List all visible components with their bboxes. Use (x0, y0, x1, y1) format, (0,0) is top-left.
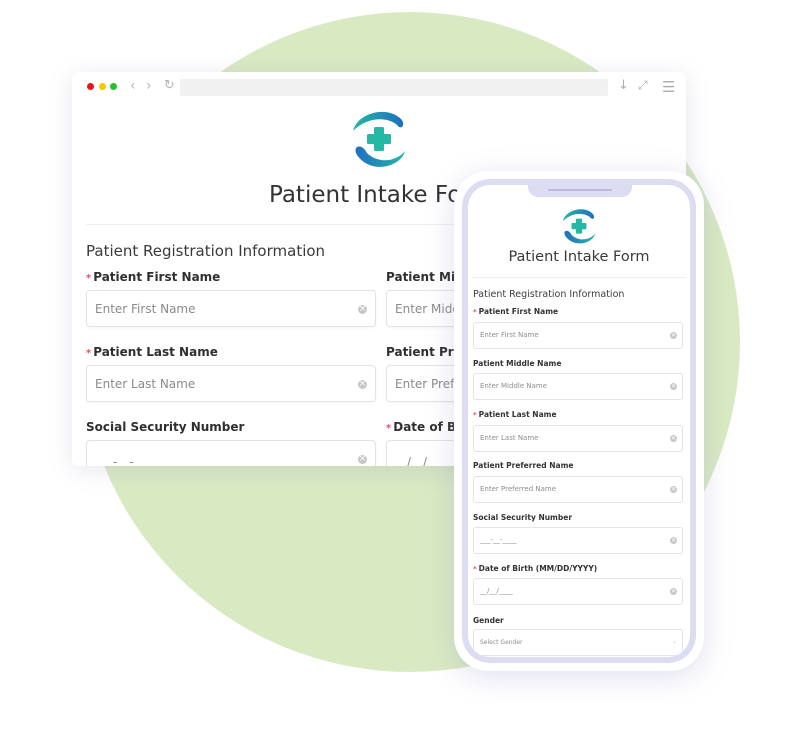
clear-icon[interactable] (670, 330, 677, 341)
expand-icon[interactable]: ⤢ (638, 78, 648, 93)
ssn-input[interactable]: ___-__-____ (86, 440, 376, 466)
required-asterisk: * (86, 273, 92, 284)
label-text: Social Security Number (86, 420, 245, 434)
section-heading: Patient Registration Information (473, 289, 625, 300)
phone-notch (528, 185, 632, 197)
close-window-button[interactable] (87, 83, 94, 90)
ssn-label: Social Security Number (473, 513, 572, 522)
mobile-phone: Patient Intake Form Patient Registration… (454, 171, 704, 671)
gender-label: Gender (473, 616, 504, 625)
label-text: Patient Last Name (478, 410, 557, 419)
last-name-input[interactable]: Enter Last Name (86, 365, 376, 402)
placeholder: __/__/____ (395, 455, 452, 466)
label-text: Date of Birth (MM/DD/YYYY) (478, 564, 598, 573)
preferred-name-input[interactable]: Enter Preferred Name (473, 476, 683, 503)
preferred-name-label: Patient Preferred Name (473, 461, 573, 470)
placeholder: ___-__-____ (480, 536, 517, 544)
form-title: Patient Intake Form (508, 249, 650, 265)
last-name-label: * Patient Last Name (473, 410, 557, 419)
placeholder: Enter Preferred Name (480, 485, 557, 493)
label-text: Patient First Name (478, 307, 559, 316)
dob-input[interactable]: __/__/____ (473, 578, 683, 605)
last-name-label: * Patient Last Name (86, 345, 218, 359)
medical-logo-icon (468, 205, 690, 250)
reload-icon[interactable]: ↻ (164, 78, 175, 94)
required-asterisk: * (473, 565, 477, 573)
clear-icon[interactable] (358, 302, 367, 316)
required-asterisk: * (86, 348, 92, 359)
section-heading: Patient Registration Information (86, 242, 326, 260)
label-text: Patient Last Name (93, 345, 218, 359)
phone-frame: Patient Intake Form Patient Registration… (462, 179, 696, 663)
download-icon[interactable]: ↓ (618, 78, 629, 93)
title-divider (472, 277, 686, 278)
label-text: Gender (473, 616, 504, 625)
speaker-bar (548, 189, 612, 191)
placeholder: ___-__-____ (95, 455, 158, 466)
maximize-window-button[interactable] (110, 83, 117, 90)
dob-label: *Date of Birth (MM/DD/YYYY) (473, 564, 597, 573)
placeholder: Select Gender (480, 639, 523, 646)
placeholder: Enter First Name (95, 302, 196, 316)
medical-logo-icon (72, 105, 686, 175)
clear-icon[interactable] (670, 484, 677, 495)
label-text: Patient Preferred Name (473, 461, 574, 470)
first-name-label: * Patient First Name (473, 307, 558, 316)
placeholder: Enter Middle Name (480, 382, 548, 390)
label-text: Social Security Number (473, 513, 573, 522)
placeholder: Enter First Name (480, 331, 539, 339)
first-name-input[interactable]: Enter First Name (473, 322, 683, 349)
middle-name-input[interactable]: Enter Middle Name (473, 373, 683, 400)
middle-name-label: Patient Middle Name (473, 359, 561, 368)
clear-icon[interactable] (358, 452, 367, 466)
forward-icon[interactable]: › (146, 78, 152, 94)
back-icon[interactable]: ‹ (130, 78, 136, 94)
gender-select[interactable]: Select Gender ⌄ (473, 629, 683, 656)
clear-icon[interactable] (670, 433, 677, 444)
chevron-down-icon: ⌄ (671, 638, 677, 645)
required-asterisk: * (386, 423, 392, 434)
ssn-label: Social Security Number (86, 420, 244, 434)
placeholder: Enter Last Name (95, 377, 196, 391)
placeholder: Enter Last Name (480, 434, 539, 442)
browser-toolbar: ‹ › ↻ ↓ ⤢ ☰ (72, 72, 686, 102)
first-name-label: * Patient First Name (86, 270, 220, 284)
last-name-input[interactable]: Enter Last Name (473, 425, 683, 452)
clear-icon[interactable] (670, 381, 677, 392)
menu-icon[interactable]: ☰ (662, 78, 675, 96)
ssn-input[interactable]: ___-__-____ (473, 527, 683, 554)
address-bar[interactable] (180, 79, 608, 96)
label-text: Patient First Name (93, 270, 221, 284)
clear-icon[interactable] (358, 377, 367, 391)
phone-screen: Patient Intake Form Patient Registration… (468, 185, 690, 657)
first-name-input[interactable]: Enter First Name (86, 290, 376, 327)
required-asterisk: * (473, 411, 477, 419)
clear-icon[interactable] (670, 535, 677, 546)
clear-icon[interactable] (670, 586, 677, 597)
minimize-window-button[interactable] (99, 83, 106, 90)
required-asterisk: * (473, 308, 477, 316)
label-text: Patient Middle Name (473, 359, 562, 368)
placeholder: __/__/____ (480, 587, 513, 595)
